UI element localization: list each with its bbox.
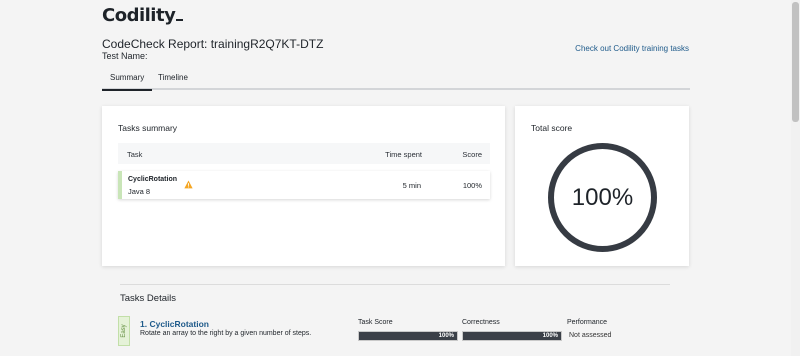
tasks-table-header: Task Time spent Score (118, 143, 490, 164)
tab-summary[interactable]: Summary (101, 73, 153, 91)
scrollbar-thumb[interactable] (792, 2, 799, 122)
performance-value: Not assessed (569, 332, 612, 339)
report-tabs: Summary Timeline (101, 70, 690, 91)
page-scrollbar[interactable] (791, 0, 800, 356)
logo-cursor (176, 19, 184, 21)
task-score-label: Task Score (358, 319, 393, 326)
column-header-time: Time spent (385, 150, 422, 159)
report-page: Codility CodeCheck Report: trainingR2Q7K… (0, 0, 791, 356)
table-row[interactable]: CyclicRotation Java 8 5 min 100% (118, 171, 490, 199)
column-header-score: Score (462, 150, 482, 159)
task-score: 100% (462, 181, 482, 190)
task-name: CyclicRotation (128, 176, 178, 183)
tab-timeline[interactable]: Timeline (158, 73, 188, 82)
task-language: Java 8 (128, 187, 151, 196)
task-score-bar: 100% (358, 331, 458, 341)
difficulty-label: Easy (121, 324, 127, 338)
warning-triangle-icon (184, 180, 193, 189)
difficulty-badge: Easy (118, 316, 130, 346)
correctness-label: Correctness (462, 319, 500, 326)
correctness-value: 100% (542, 333, 558, 339)
tasks-summary-card: Tasks summary Task Time spent Score Cycl… (102, 106, 505, 266)
total-score-card: Total score 100% (515, 106, 689, 266)
task-detail-description: Rotate an array to the right by a given … (140, 330, 312, 337)
tasks-summary-title: Tasks summary (118, 123, 178, 133)
codility-logo[interactable]: Codility (102, 5, 184, 26)
correctness-bar: 100% (462, 331, 562, 341)
column-header-task: Task (127, 150, 143, 159)
training-tasks-link[interactable]: Check out Codility training tasks (575, 44, 689, 53)
tasks-details-section: Tasks Details Easy 1. CyclicRotation Rot… (102, 284, 690, 356)
task-detail-title[interactable]: 1. CyclicRotation (140, 319, 209, 329)
total-score-title: Total score (531, 123, 573, 133)
tasks-details-title: Tasks Details (120, 293, 176, 304)
task-detail-name[interactable]: CyclicRotation (149, 319, 209, 329)
task-score-value: 100% (438, 333, 454, 339)
performance-label: Performance (567, 319, 608, 326)
test-name-label: Test Name: (102, 51, 148, 61)
section-divider (120, 284, 670, 285)
total-score-value: 100% (571, 184, 634, 211)
page-title: CodeCheck Report: trainingR2Q7KT-DTZ (102, 37, 324, 51)
task-time-spent: 5 min (402, 181, 421, 190)
